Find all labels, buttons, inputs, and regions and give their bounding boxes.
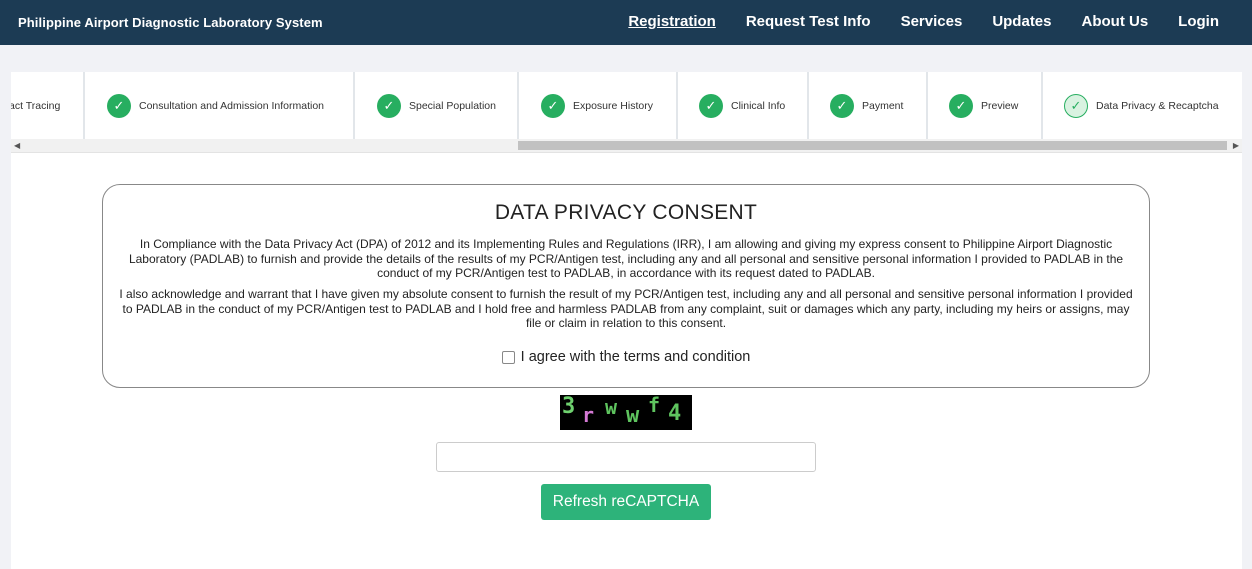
agree-row: I agree with the terms and condition	[103, 349, 1149, 365]
nav-services[interactable]: Services	[901, 13, 963, 30]
nav-about-us[interactable]: About Us	[1082, 13, 1149, 30]
nav-links: Registration Request Test Info Services …	[628, 13, 1219, 30]
captcha-char: w	[605, 395, 618, 419]
step-label: Special Population	[409, 99, 496, 112]
captcha-char: w	[626, 403, 640, 428]
captcha-char: 4	[668, 401, 682, 426]
consent-box: DATA PRIVACY CONSENT In Compliance with …	[102, 184, 1150, 388]
step-consultation-admission[interactable]: ✓ Consultation and Admission Information	[85, 72, 355, 139]
step-special-population[interactable]: ✓ Special Population	[355, 72, 519, 139]
step-label: act Tracing	[11, 99, 61, 112]
check-icon: ✓	[377, 93, 401, 118]
step-payment[interactable]: ✓ Payment	[809, 72, 928, 139]
agree-label[interactable]: I agree with the terms and condition	[521, 349, 751, 365]
consent-paragraph-2: I also acknowledge and warrant that I ha…	[119, 287, 1133, 330]
horizontal-scrollbar[interactable]: ◀ ▶	[11, 139, 1242, 152]
consent-title: DATA PRIVACY CONSENT	[494, 201, 758, 224]
check-icon: ✓	[949, 93, 973, 118]
step-label: Preview	[981, 99, 1019, 112]
scroll-left-arrow-icon[interactable]: ◀	[14, 141, 20, 150]
top-navbar: Philippine Airport Diagnostic Laboratory…	[0, 0, 1252, 45]
check-icon: ✓	[1064, 93, 1088, 118]
step-exposure-history[interactable]: ✓ Exposure History	[519, 72, 678, 139]
agree-checkbox[interactable]	[501, 350, 515, 364]
step-label: Payment	[862, 99, 904, 112]
step-label: Data Privacy & Recaptcha	[1096, 99, 1219, 112]
captcha-image: 3 r w w f 4	[560, 393, 692, 430]
consent-paragraph-1: In Compliance with the Data Privacy Act …	[128, 237, 1124, 280]
scrollbar-thumb[interactable]	[518, 141, 1227, 150]
check-icon: ✓	[107, 93, 131, 118]
step-clinical-info[interactable]: ✓ Clinical Info	[678, 72, 809, 139]
step-label: Exposure History	[573, 99, 653, 112]
captcha-input[interactable]	[436, 442, 816, 472]
step-preview[interactable]: ✓ Preview	[928, 72, 1043, 139]
nav-registration[interactable]: Registration	[628, 13, 716, 30]
captcha-char: 3	[562, 394, 576, 419]
registration-stepper: act Tracing ✓ Consultation and Admission…	[11, 72, 1242, 153]
step-data-privacy-recaptcha[interactable]: ✓ Data Privacy & Recaptcha	[1043, 72, 1242, 139]
nav-updates[interactable]: Updates	[992, 13, 1051, 30]
brand-title[interactable]: Philippine Airport Diagnostic Laboratory…	[18, 15, 323, 30]
step-label: Clinical Info	[731, 99, 786, 112]
check-icon: ✓	[830, 93, 854, 118]
captcha-char: r	[582, 403, 595, 427]
captcha-char: f	[648, 393, 661, 417]
nav-request-test-info[interactable]: Request Test Info	[746, 13, 871, 30]
main-content: DATA PRIVACY CONSENT In Compliance with …	[11, 153, 1242, 569]
check-icon: ✓	[699, 93, 723, 118]
refresh-recaptcha-button[interactable]: Refresh reCAPTCHA	[541, 484, 711, 520]
scroll-right-arrow-icon[interactable]: ▶	[1233, 141, 1239, 150]
check-icon: ✓	[541, 93, 565, 118]
nav-login[interactable]: Login	[1178, 13, 1219, 30]
step-contact-tracing[interactable]: act Tracing	[11, 72, 85, 139]
step-label: Consultation and Admission Information	[139, 99, 325, 112]
